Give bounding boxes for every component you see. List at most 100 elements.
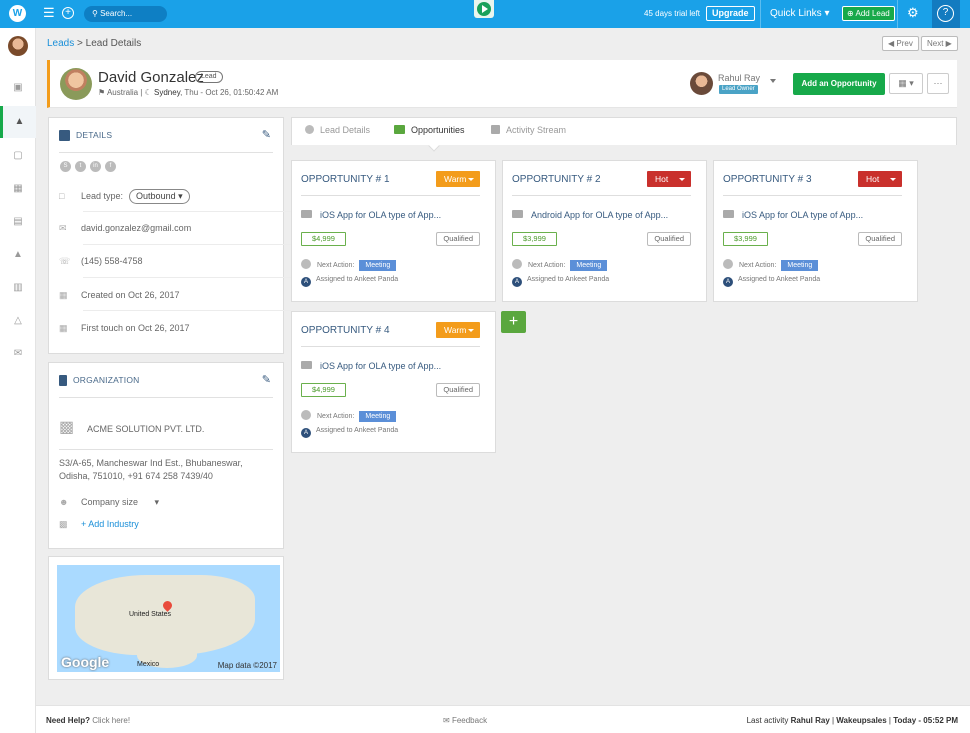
nav-pipeline-icon[interactable]: ▦ <box>0 173 36 205</box>
briefcase-icon <box>394 125 405 134</box>
owner-dropdown-icon[interactable] <box>770 79 776 83</box>
list-icon <box>59 130 70 142</box>
add-opportunity-card-button[interactable]: + <box>501 311 526 333</box>
nav-mail-icon[interactable]: ✉ <box>0 338 36 370</box>
opportunity-card-1[interactable]: OPPORTUNITY # 1 Warm iOS App for OLA typ… <box>291 160 496 302</box>
next-button[interactable]: Next ▶ <box>921 36 958 51</box>
add-industry-row[interactable]: ▩ + Add Industry <box>59 519 139 530</box>
lead-header: David Gonzalez Lead ⚑ Australia | ☾ Sydn… <box>47 60 957 108</box>
divider <box>301 195 480 196</box>
search-input[interactable]: ⚲ Search... <box>84 6 167 22</box>
nav-contacts-icon[interactable]: ▢ <box>0 140 36 172</box>
opportunity-stage[interactable]: Qualified <box>436 232 480 246</box>
help-button[interactable]: ? <box>932 0 960 28</box>
nav-reports-icon[interactable]: △ <box>0 305 36 337</box>
industry-icon: ▩ <box>59 519 68 529</box>
more-button[interactable]: ··· <box>927 73 949 94</box>
created-row: ▦ Created on Oct 26, 2017 <box>59 290 180 301</box>
lead-country: Australia <box>106 88 139 97</box>
nav-accounts-icon[interactable]: ▤ <box>0 206 36 238</box>
phone-value[interactable]: (145) 558-4758 <box>81 256 143 266</box>
opportunity-card-3[interactable]: OPPORTUNITY # 3 Hot iOS App for OLA type… <box>713 160 918 302</box>
divider <box>723 195 902 196</box>
top-bar: W ☰ + ⚲ Search... 45 days trial left Upg… <box>0 0 970 28</box>
email-value[interactable]: david.gonzalez@gmail.com <box>81 223 191 233</box>
owner-role-badge: Lead Owner <box>719 85 758 94</box>
owner-avatar <box>690 72 713 95</box>
assigned-row: A Assigned to Ankeet Panda <box>301 276 398 287</box>
next-action-label: Next Action: <box>317 413 355 420</box>
tab-activity-stream-label: Activity Stream <box>506 125 567 135</box>
linkedin-icon[interactable]: in <box>90 161 101 172</box>
play-tour-button[interactable] <box>474 0 494 18</box>
skype-icon[interactable]: S <box>60 161 71 172</box>
prev-button[interactable]: ◀ Prev <box>882 36 919 51</box>
created-value: Created on Oct 26, 2017 <box>81 290 180 300</box>
trial-text: 45 days trial left <box>644 9 701 18</box>
left-nav: ▣ ▲ ▢ ▦ ▤ ▲ ▥ △ ✉ <box>0 28 36 733</box>
divider <box>897 0 898 28</box>
map[interactable]: United States Mexico Google Map data ©20… <box>57 565 280 672</box>
nav-organization-icon[interactable]: ▲ <box>0 239 36 271</box>
last-activity: Last activity Rahul Ray | Wakeupsales | … <box>747 716 958 725</box>
map-panel: United States Mexico Google Map data ©20… <box>48 556 284 680</box>
opportunity-name[interactable]: iOS App for OLA type of App... <box>301 361 441 371</box>
opportunity-stage[interactable]: Qualified <box>647 232 691 246</box>
settings-icon[interactable]: ⚙ <box>907 6 919 20</box>
opportunity-stage[interactable]: Qualified <box>858 232 902 246</box>
folder-icon <box>512 210 523 218</box>
next-action-badge[interactable]: Meeting <box>570 260 608 271</box>
calendar-dropdown-button[interactable]: ▦ ▾ <box>889 73 923 94</box>
edit-details-icon[interactable]: ✎ <box>262 128 271 141</box>
calendar-icon: ▦ <box>898 78 907 88</box>
breadcrumb-current: Lead Details <box>85 38 142 49</box>
add-industry-link[interactable]: + Add Industry <box>81 519 139 529</box>
tab-lead-details[interactable]: Lead Details <box>305 125 370 135</box>
opportunity-name[interactable]: iOS App for OLA type of App... <box>723 210 863 220</box>
assignee-avatar-icon: A <box>512 277 522 287</box>
opportunity-name[interactable]: Android App for OLA type of App... <box>512 210 668 220</box>
menu-icon[interactable]: ☰ <box>43 6 55 20</box>
opportunity-name[interactable]: iOS App for OLA type of App... <box>301 210 441 220</box>
opportunity-card-4[interactable]: OPPORTUNITY # 4 Warm iOS App for OLA typ… <box>291 311 496 453</box>
organization-address-line1: S3/A-65, Mancheswar Ind Est., Bhubaneswa… <box>59 458 243 468</box>
divider <box>83 244 291 245</box>
nav-dashboard-icon[interactable]: ▣ <box>0 72 36 104</box>
feedback-link[interactable]: ✉ Feedback <box>443 716 487 725</box>
facebook-icon[interactable]: f <box>105 161 116 172</box>
upgrade-button[interactable]: Upgrade <box>706 6 755 21</box>
nav-leads-icon[interactable]: ▲ <box>0 106 36 138</box>
edit-organization-icon[interactable]: ✎ <box>262 373 271 386</box>
user-avatar[interactable] <box>8 36 28 56</box>
app-logo[interactable]: W <box>9 5 26 22</box>
quick-links-menu[interactable]: Quick Links ▾ <box>770 8 830 19</box>
add-icon[interactable]: + <box>62 7 74 19</box>
add-opportunity-button[interactable]: Add an Opportunity <box>793 73 885 95</box>
opportunity-tag-dropdown[interactable]: Hot <box>647 171 691 187</box>
tab-opportunities[interactable]: Opportunities <box>394 125 465 135</box>
click-here-link[interactable]: Click here! <box>92 716 130 725</box>
lead-type-select[interactable]: Outbound ▾ <box>129 189 190 204</box>
add-lead-button[interactable]: ⊕ Add Lead <box>842 6 895 21</box>
opportunity-tag-dropdown[interactable]: Warm <box>436 322 480 338</box>
next-action-badge[interactable]: Meeting <box>781 260 819 271</box>
nav-calendar-icon[interactable]: ▥ <box>0 272 36 304</box>
next-action-badge[interactable]: Meeting <box>359 411 397 422</box>
opportunity-name-label: iOS App for OLA type of App... <box>320 361 442 371</box>
opportunity-stage[interactable]: Qualified <box>436 383 480 397</box>
last-activity-user: Rahul Ray <box>790 716 830 725</box>
next-action-row: Next Action: Meeting <box>723 259 819 271</box>
prev-label: Prev <box>896 39 913 48</box>
twitter-icon[interactable]: t <box>75 161 86 172</box>
opportunity-card-2[interactable]: OPPORTUNITY # 2 Hot Android App for OLA … <box>502 160 707 302</box>
assigned-label: Assigned to Ankeet Panda <box>316 276 399 283</box>
opportunity-tag-dropdown[interactable]: Hot <box>858 171 902 187</box>
next-action-badge[interactable]: Meeting <box>359 260 397 271</box>
map-data-credit: Map data ©2017 <box>217 661 277 670</box>
company-size-row[interactable]: ☻ Company size ▾ <box>59 497 159 508</box>
tab-activity-stream[interactable]: Activity Stream <box>491 125 566 135</box>
organization-name: ACME SOLUTION PVT. LTD. <box>87 424 205 434</box>
opportunity-tag-dropdown[interactable]: Warm <box>436 171 480 187</box>
breadcrumb-leads-link[interactable]: Leads <box>47 38 74 49</box>
play-icon <box>477 2 491 16</box>
